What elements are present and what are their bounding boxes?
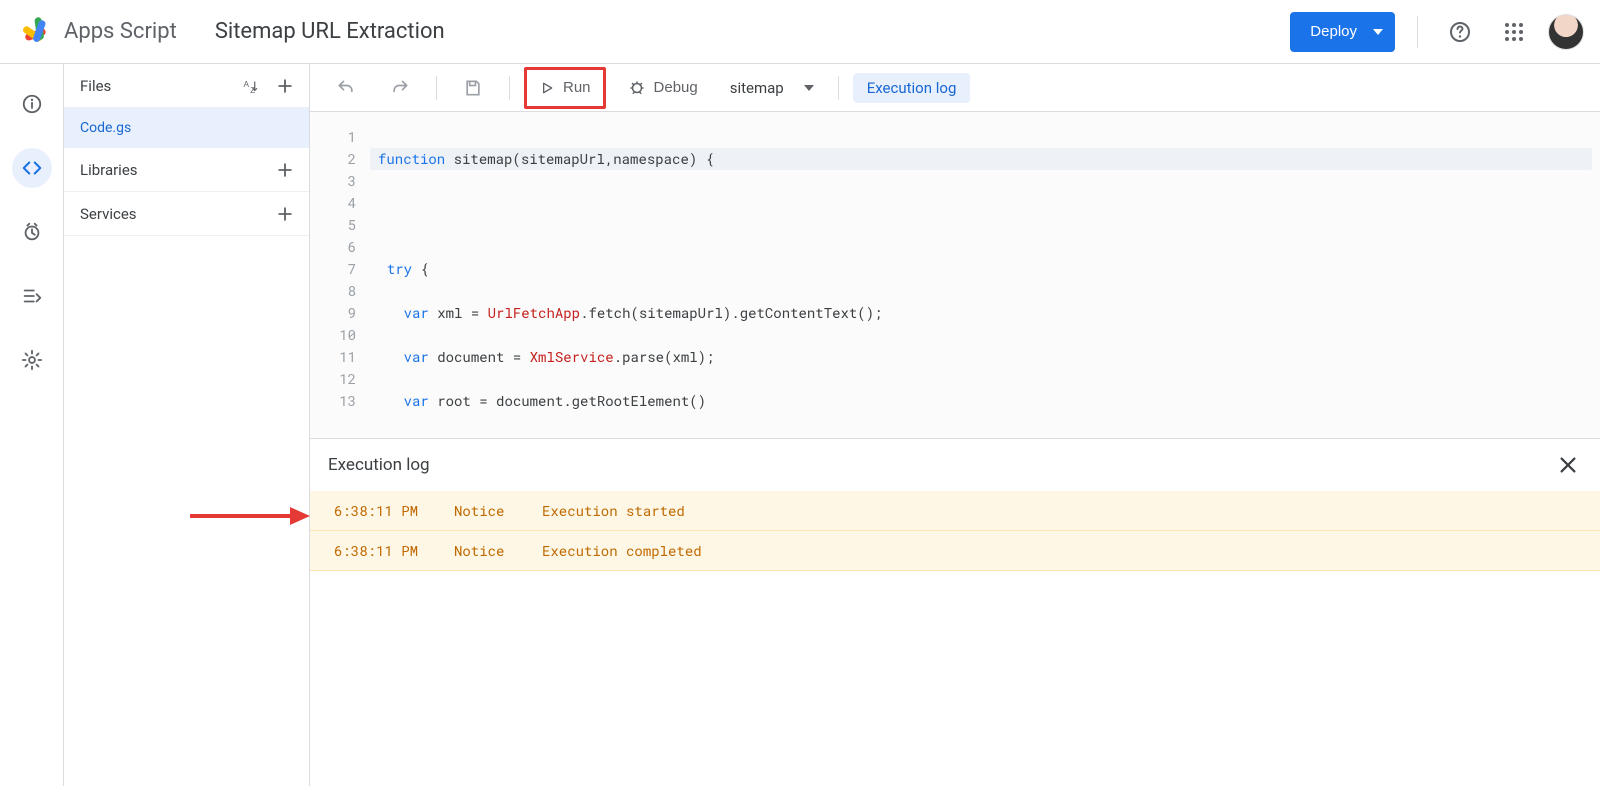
debug-button[interactable]: Debug [616, 70, 710, 106]
editor-toolbar: Run Debug sitemap Execution log [310, 64, 1600, 112]
file-name: Code.gs [80, 120, 131, 136]
nav-executions[interactable] [12, 276, 52, 316]
plus-icon [275, 204, 295, 224]
add-file-button[interactable] [271, 72, 299, 100]
deploy-label: Deploy [1310, 23, 1357, 40]
app-header: Apps Script Sitemap URL Extraction Deplo… [0, 0, 1600, 64]
header-actions: Deploy [1290, 12, 1584, 52]
log-header: Execution log [310, 439, 1600, 491]
log-timestamp: 6:38:11 PM [334, 501, 426, 520]
add-service-button[interactable] [271, 200, 299, 228]
separator [1417, 16, 1418, 48]
undo-button[interactable] [324, 70, 368, 106]
debug-icon [628, 79, 646, 97]
gear-icon [21, 349, 43, 371]
services-label: Services [80, 205, 137, 223]
sort-az-icon: AZ [242, 77, 260, 95]
code-editor[interactable]: 1 2 3 4 5 6 7 8 9 10 11 12 13 function s… [310, 112, 1600, 438]
apps-grid-icon [1504, 22, 1524, 42]
plus-icon [275, 160, 295, 180]
log-row: 6:38:11 PM Notice Execution completed [310, 531, 1600, 571]
help-button[interactable] [1440, 12, 1480, 52]
separator [436, 76, 437, 100]
log-timestamp: 6:38:11 PM [334, 541, 426, 560]
run-label: Run [563, 79, 591, 96]
sort-files-button[interactable]: AZ [237, 72, 265, 100]
nav-overview[interactable] [12, 84, 52, 124]
log-rows: 6:38:11 PM Notice Execution started 6:38… [310, 491, 1600, 571]
nav-triggers[interactable] [12, 212, 52, 252]
log-level: Notice [454, 541, 514, 560]
main-area: Run Debug sitemap Execution log 1 2 3 4 … [310, 64, 1600, 786]
play-icon [539, 80, 555, 96]
log-message: Execution completed [542, 541, 702, 560]
save-icon [463, 78, 483, 98]
services-section: Services [64, 192, 309, 236]
close-log-button[interactable] [1554, 451, 1582, 479]
nav-editor[interactable] [12, 148, 52, 188]
help-icon [1448, 20, 1472, 44]
execution-log-toggle[interactable]: Execution log [853, 73, 971, 103]
deploy-button[interactable]: Deploy [1290, 12, 1395, 52]
log-level: Notice [454, 501, 514, 520]
info-icon [21, 93, 43, 115]
redo-button[interactable] [378, 70, 422, 106]
svg-text:A: A [244, 79, 250, 88]
chevron-down-icon [1373, 29, 1383, 35]
clock-icon [21, 221, 43, 243]
libraries-label: Libraries [80, 161, 138, 179]
files-panel: Files AZ Code.gs Libraries Services [64, 64, 310, 786]
add-library-button[interactable] [271, 156, 299, 184]
apps-menu-button[interactable] [1494, 12, 1534, 52]
debug-label: Debug [654, 79, 698, 96]
nav-settings[interactable] [12, 340, 52, 380]
run-button[interactable]: Run [527, 70, 603, 106]
account-avatar[interactable] [1548, 14, 1584, 50]
file-item-code[interactable]: Code.gs [64, 108, 309, 148]
nav-rail [0, 64, 64, 786]
plus-icon [275, 76, 295, 96]
separator [509, 76, 510, 100]
execution-log-panel: Execution log 6:38:11 PM Notice Executio… [310, 438, 1600, 786]
editor-icon [21, 157, 43, 179]
logo: Apps Script [20, 15, 177, 49]
files-label: Files [80, 77, 111, 95]
function-select[interactable]: sitemap [720, 70, 824, 106]
function-selected: sitemap [730, 79, 784, 97]
log-message: Execution started [542, 501, 685, 520]
project-title[interactable]: Sitemap URL Extraction [215, 19, 445, 44]
log-row: 6:38:11 PM Notice Execution started [310, 491, 1600, 531]
product-name: Apps Script [64, 19, 177, 44]
files-header: Files AZ [64, 64, 309, 108]
libraries-section: Libraries [64, 148, 309, 192]
close-icon [1557, 454, 1579, 476]
log-title: Execution log [328, 455, 430, 475]
code-content[interactable]: function sitemap(sitemapUrl,namespace) {… [366, 112, 1600, 438]
save-button[interactable] [451, 70, 495, 106]
chevron-down-icon [804, 85, 814, 91]
separator [838, 76, 839, 100]
apps-script-logo-icon [20, 15, 54, 49]
redo-icon [390, 78, 410, 98]
execution-log-label: Execution log [867, 79, 957, 97]
undo-icon [336, 78, 356, 98]
executions-icon [21, 285, 43, 307]
line-gutter: 1 2 3 4 5 6 7 8 9 10 11 12 13 [310, 112, 366, 438]
